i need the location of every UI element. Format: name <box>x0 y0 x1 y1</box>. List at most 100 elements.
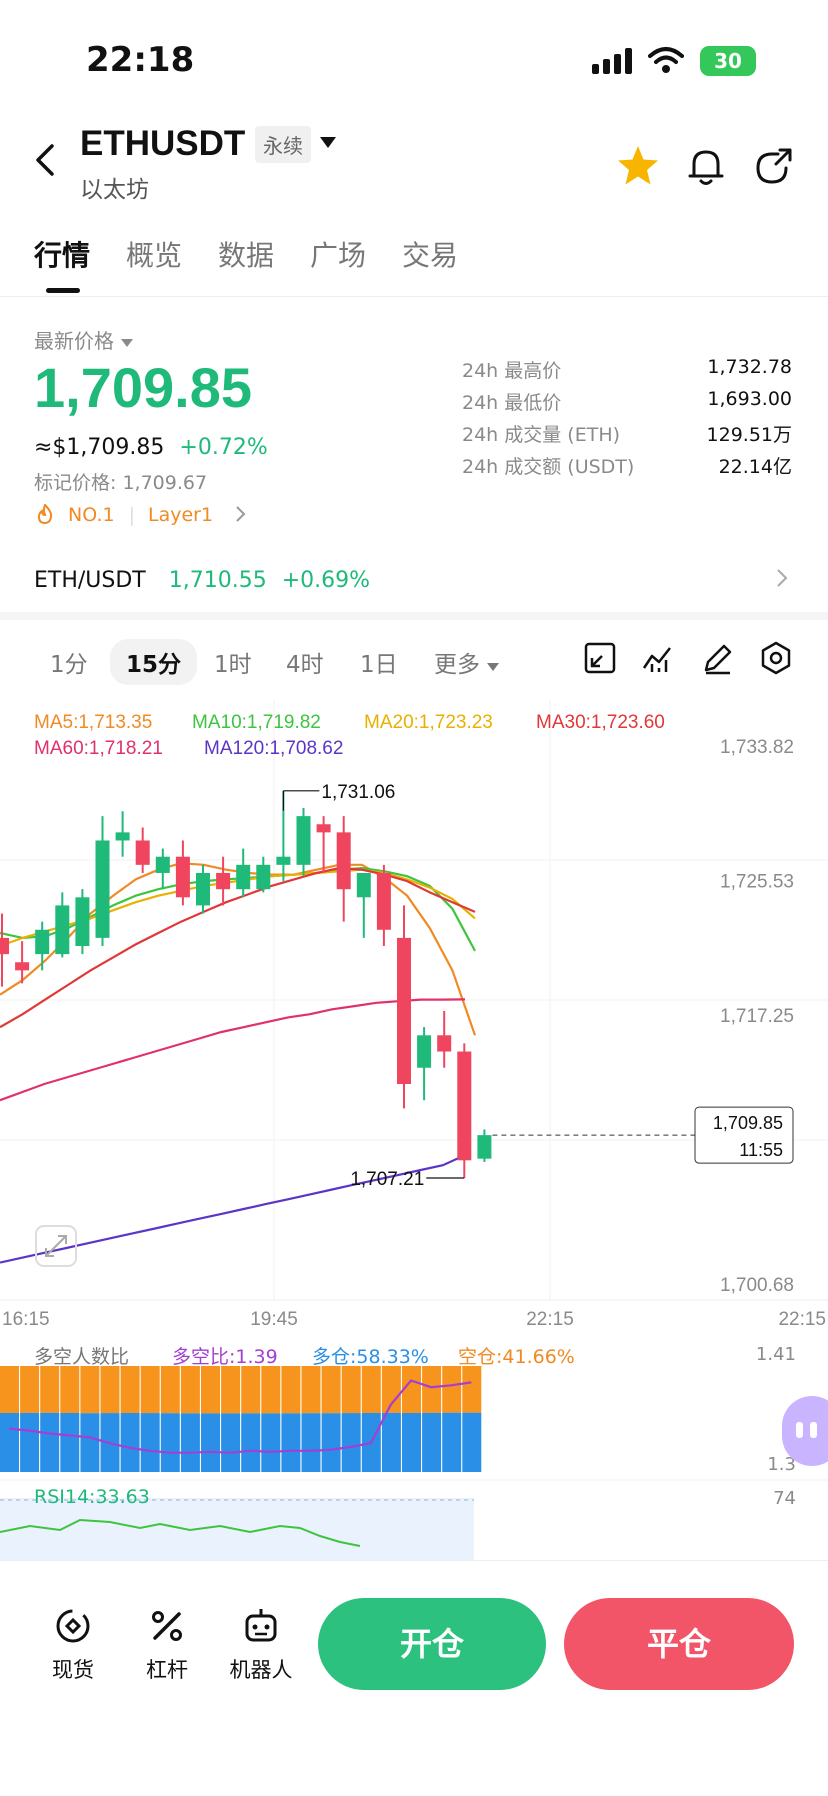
short-bar <box>321 1366 341 1414</box>
last-price-label[interactable]: 最新价格 <box>34 325 134 354</box>
candle-body <box>95 840 110 938</box>
candle-body <box>276 856 291 865</box>
usd-price-row: ≈$1,709.85 +0.72% <box>34 435 268 460</box>
interval-15m[interactable]: 15分 <box>110 639 198 685</box>
spot-pair-change: +0.69% <box>281 568 371 593</box>
short-bar <box>281 1366 301 1414</box>
long-bar <box>402 1412 421 1472</box>
ma-legend-item: MA120:1,708.62 <box>204 738 343 759</box>
indicator-button[interactable] <box>640 640 676 676</box>
chart-settings-button[interactable] <box>758 640 794 676</box>
tab-market[interactable]: 行情 <box>34 234 90 274</box>
candle-body <box>336 832 351 890</box>
long-bar <box>261 1413 281 1472</box>
long-bar <box>20 1412 40 1472</box>
stat-low-value: 1,693.00 <box>707 388 792 410</box>
back-icon <box>36 144 54 176</box>
candle-body <box>0 937 9 955</box>
rank-tag[interactable]: NO.1 | <box>36 503 135 526</box>
short-bar <box>341 1366 361 1414</box>
candle-body <box>316 824 331 833</box>
candle-body <box>397 937 411 1084</box>
x-tick-label: 22:15 <box>526 1309 574 1330</box>
long-bar <box>442 1412 462 1472</box>
fullscreen-button[interactable] <box>582 640 618 676</box>
interval-more-label: 更多 <box>434 652 480 678</box>
stat-turnover-value: 22.14亿 <box>718 456 792 478</box>
divider <box>0 296 828 297</box>
category-tag-text: Layer1 <box>148 504 214 526</box>
stat-turnover-label: 24h 成交额 (USDT) <box>462 456 635 478</box>
share-button[interactable] <box>748 140 800 192</box>
long-bar <box>241 1413 261 1472</box>
mark-price: 标记价格: 1,709.67 <box>34 472 208 494</box>
interval-more[interactable]: 更多 <box>434 645 500 679</box>
battery-indicator: 30 <box>700 46 756 76</box>
tab-trade[interactable]: 交易 <box>402 234 458 274</box>
short-bar <box>40 1366 60 1413</box>
long-bar <box>80 1413 100 1472</box>
candle-body <box>376 872 391 930</box>
short-bar <box>462 1366 482 1413</box>
assistant-bubble[interactable] <box>782 1396 828 1466</box>
candle-body <box>135 840 150 865</box>
stat-low-label: 24h 最低价 <box>462 392 562 414</box>
long-bar <box>60 1412 80 1472</box>
robot-icon <box>245 1609 277 1642</box>
chevron-right-icon <box>777 569 788 587</box>
rank-tag-text: NO.1 <box>68 504 115 526</box>
short-position-pct: 空仓:41.66% <box>458 1346 575 1368</box>
candle-body <box>417 1035 432 1068</box>
contract-type-badge: 永续 <box>255 126 311 163</box>
short-bar <box>60 1366 80 1413</box>
candle-body <box>155 856 170 873</box>
candle-body <box>457 1051 472 1161</box>
coin-name: 以太坊 <box>80 177 149 203</box>
alert-button[interactable] <box>680 140 732 192</box>
spot-icon <box>56 1609 90 1643</box>
status-time: 22:18 <box>86 40 195 80</box>
open-position-button[interactable]: 开仓 <box>318 1598 546 1690</box>
favorite-button[interactable] <box>612 140 664 192</box>
candle-body <box>477 1135 492 1159</box>
candle-body <box>256 864 271 890</box>
nav-spot[interactable]: 现货 <box>38 1604 108 1684</box>
fire-icon <box>37 503 53 525</box>
interval-4h[interactable]: 4时 <box>286 645 324 679</box>
candle-body <box>296 816 311 865</box>
category-tag[interactable]: Layer1 <box>148 504 247 526</box>
close-position-button[interactable]: 平仓 <box>564 1598 794 1690</box>
stat-volume-value: 129.51万 <box>706 424 792 446</box>
candle-body <box>437 1035 452 1052</box>
interval-1h[interactable]: 1时 <box>214 645 252 679</box>
nav-robot[interactable]: 机器人 <box>226 1604 296 1684</box>
short-bar <box>201 1366 220 1414</box>
short-bar <box>422 1366 442 1413</box>
short-bar <box>301 1366 321 1414</box>
ma-legend-item: MA10:1,719.82 <box>192 712 321 733</box>
bell-icon <box>688 150 724 185</box>
nav-spot-label: 现货 <box>52 1658 94 1682</box>
short-bar <box>160 1366 180 1414</box>
long-bar <box>341 1413 361 1472</box>
short-bar <box>0 1366 19 1413</box>
spot-pair-row[interactable]: ETH/USDT 1,710.55 +0.69% <box>34 568 370 593</box>
tab-overview[interactable]: 概览 <box>126 234 182 274</box>
tab-data[interactable]: 数据 <box>218 234 274 274</box>
nav-leverage[interactable]: 杠杆 <box>132 1604 202 1684</box>
symbol-title[interactable]: ETHUSDT <box>80 124 245 164</box>
interval-1d[interactable]: 1日 <box>360 645 398 679</box>
draw-button[interactable] <box>700 640 736 676</box>
tab-square[interactable]: 广场 <box>310 234 366 274</box>
countdown-label: 11:55 <box>739 1140 783 1160</box>
interval-1m[interactable]: 1分 <box>50 645 88 679</box>
short-bar <box>241 1366 261 1414</box>
long-bar <box>462 1412 482 1472</box>
nav-robot-label: 机器人 <box>229 1658 293 1682</box>
leverage-icon <box>152 1611 182 1641</box>
price-chart[interactable]: MA5:1,713.35 MA10:1,719.82 MA20:1,723.23 MA… <box>0 700 828 1560</box>
back-button[interactable] <box>30 140 70 190</box>
stat-volume-label: 24h 成交量 (ETH) <box>462 424 621 446</box>
spot-pair-chevron[interactable] <box>776 566 788 594</box>
symbol-dropdown-button[interactable] <box>320 130 336 154</box>
